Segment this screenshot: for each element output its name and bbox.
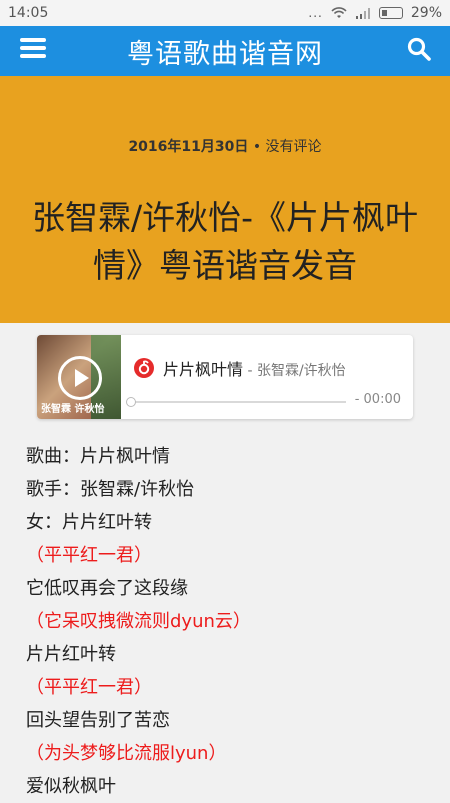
lyric-pronunciation: （平平红一君）: [26, 677, 152, 698]
lyric-pronunciation: （平平红一君）: [26, 545, 152, 566]
status-icons: ... 29%: [308, 5, 442, 21]
album-cover: 张智霖 许秋怡: [37, 335, 121, 419]
netease-music-icon: [134, 358, 154, 378]
signal-icon: [355, 8, 370, 19]
song-artist: 张智霖/许秋怡: [256, 363, 346, 379]
lyric-line: 女：片片红叶转: [26, 512, 152, 533]
battery-icon: [378, 7, 403, 19]
wifi-icon: [331, 7, 347, 18]
post-title: 张智霖/许秋怡-《片片枫叶情》粤语谐音发音: [31, 198, 419, 286]
site-title[interactable]: 粤语歌曲谐音网: [127, 32, 323, 71]
song-title: 片片枫叶情: [163, 360, 244, 379]
music-player: 张智霖 许秋怡 片片枫叶情 - 张智霖/许秋怡 - 00:00: [37, 335, 413, 419]
lyric-line: 回头望告别了苦恋: [26, 710, 170, 731]
lyric-pronunciation: （为头梦够比流服lyun）: [26, 743, 227, 764]
artist-separator: -: [243, 363, 257, 379]
track-info: 片片枫叶情 - 张智霖/许秋怡: [163, 356, 346, 380]
status-bar: 14:05 ... 29%: [0, 0, 450, 26]
post-meta: 2016年11月30日 • 没有评论: [0, 136, 450, 156]
progress-bar[interactable]: [126, 397, 346, 407]
status-time: 14:05: [8, 5, 49, 21]
lyric-line: 它低叹再会了这段缘: [26, 578, 188, 599]
playback-time: - 00:00: [354, 392, 401, 407]
lyric-line: 歌曲：片片枫叶情: [26, 446, 170, 467]
comment-count-link[interactable]: 没有评论: [266, 139, 322, 155]
menu-icon[interactable]: [20, 38, 46, 60]
post-header: 2016年11月30日 • 没有评论 张智霖/许秋怡-《片片枫叶情》粤语谐音发音: [0, 76, 450, 323]
top-navbar: 粤语歌曲谐音网: [0, 26, 450, 76]
play-button[interactable]: [58, 356, 102, 400]
lyric-pronunciation: （它呆叹拽微流则dyun云）: [26, 611, 251, 632]
post-date: 2016年11月30日: [128, 139, 249, 155]
battery-percent: 29%: [410, 5, 442, 21]
lyric-line: 片片红叶转: [26, 644, 116, 665]
lyric-line: 歌手：张智霖/许秋怡: [26, 479, 195, 500]
cover-text: 张智霖 许秋怡: [41, 404, 105, 415]
lyric-line: 爱似秋枫叶: [26, 776, 116, 797]
search-icon[interactable]: [406, 36, 432, 62]
progress-knob[interactable]: [126, 397, 136, 407]
meta-separator: •: [248, 139, 266, 155]
notification-dots: ...: [308, 6, 323, 20]
lyrics-content: 歌曲：片片枫叶情歌手：张智霖/许秋怡 女：片片红叶转 （平平红一君） 它低叹再会了这段…: [26, 440, 426, 803]
